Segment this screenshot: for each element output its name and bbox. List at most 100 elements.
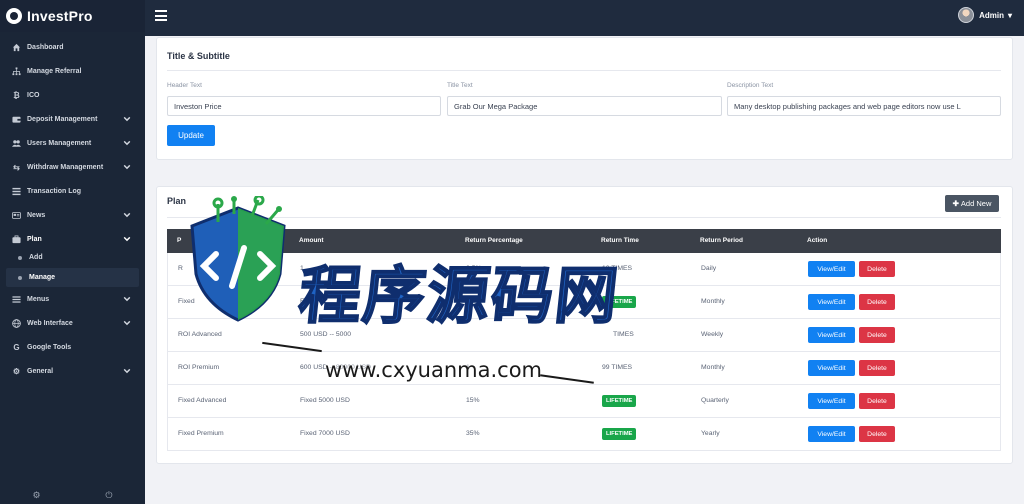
home-icon: [12, 43, 21, 52]
plan-amount: Fixed 7000 USD: [300, 430, 350, 437]
delete-button[interactable]: Delete: [859, 426, 895, 442]
plan-name: Fixed Premium: [178, 430, 224, 437]
add-new-label: Add New: [960, 199, 992, 208]
brand-name: InvestPro: [27, 8, 93, 24]
sidebar-subitem-label: Add: [29, 254, 43, 261]
view-edit-button[interactable]: View/Edit: [808, 261, 855, 277]
sidebar-item-web-interface[interactable]: Web Interface: [0, 312, 145, 334]
menu-toggle-icon[interactable]: [155, 10, 167, 21]
chevron-down-icon: [123, 116, 131, 122]
lifetime-badge: LIFETIME: [602, 395, 637, 407]
newspaper-icon: [12, 211, 21, 220]
sidebar: Dashboard Manage Referral ₿ ICO Deposit …: [0, 32, 145, 504]
sidebar-item-news[interactable]: News: [0, 204, 145, 226]
plan-period: Monthly: [701, 364, 725, 371]
sidebar-item-label: Dashboard: [27, 43, 64, 51]
sidebar-item-general[interactable]: ⚙ General: [0, 360, 145, 382]
header-text-input[interactable]: Investon Price: [167, 96, 441, 116]
sidebar-item-label: Users Management: [27, 139, 92, 147]
users-icon: [12, 139, 21, 148]
sidebar-item-menus[interactable]: Menus: [0, 288, 145, 310]
header-text-label: Header Text: [167, 82, 202, 89]
sitemap-icon: [12, 66, 21, 76]
sidebar-subitem-label: Manage: [29, 274, 56, 281]
sidebar-item-label: Withdraw Management: [27, 163, 104, 171]
chevron-down-icon: [123, 236, 131, 242]
sidebar-item-manage-referral[interactable]: Manage Referral: [0, 60, 145, 82]
sidebar-subitem-add[interactable]: Add: [6, 248, 139, 267]
chevron-down-icon: [123, 296, 131, 302]
sidebar-item-dashboard[interactable]: Dashboard: [0, 36, 145, 58]
update-button[interactable]: Update: [167, 125, 215, 146]
sidebar-item-label: Transaction Log: [27, 187, 82, 195]
sidebar-item-ico[interactable]: ₿ ICO: [0, 84, 145, 106]
chevron-down-icon: [123, 368, 131, 374]
plan-name: R: [178, 265, 183, 272]
sidebar-item-deposit-management[interactable]: Deposit Management: [0, 108, 145, 130]
sidebar-item-transaction-log[interactable]: Transaction Log: [0, 180, 145, 202]
delete-button[interactable]: Delete: [859, 360, 895, 376]
view-edit-button[interactable]: View/Edit: [808, 294, 855, 310]
plan-period: Daily: [701, 265, 717, 272]
column-header: Action: [807, 237, 828, 244]
table-row: Fixed Advanced Fixed 5000 USD 15% LIFETI…: [167, 385, 1001, 418]
plan-title: Plan: [167, 196, 187, 206]
chevron-down-icon: [123, 212, 131, 218]
sidebar-item-plan[interactable]: Plan: [0, 228, 145, 250]
view-edit-button[interactable]: View/Edit: [808, 393, 855, 409]
table-row: Fixed Premium Fixed 7000 USD 35% LIFETIM…: [167, 418, 1001, 451]
view-edit-button[interactable]: View/Edit: [808, 327, 855, 343]
admin-menu[interactable]: Admin ▾: [958, 7, 1012, 23]
avatar: [958, 7, 975, 23]
bitcoin-icon: ₿: [13, 90, 20, 100]
sidebar-footer: ⚙ ⏻: [0, 486, 145, 504]
bullet-icon: [18, 275, 22, 280]
lifetime-badge: LIFETIME: [602, 428, 637, 440]
chevron-down-icon: [123, 164, 131, 170]
column-header: Return Time: [601, 237, 639, 244]
delete-button[interactable]: Delete: [859, 261, 895, 277]
title-text-label: Title Text: [447, 82, 473, 89]
description-text-input[interactable]: Many desktop publishing packages and web…: [727, 96, 1001, 116]
plan-name: ROI Advanced: [178, 331, 222, 338]
watermark-url: www.cxyuanma.com: [325, 358, 543, 382]
plan-period: Monthly: [701, 298, 725, 305]
sidebar-item-label: Deposit Management: [27, 115, 98, 123]
sidebar-item-label: Plan: [27, 235, 42, 243]
brand-logo-icon: [6, 8, 22, 24]
section-title: Title & Subtitle: [167, 51, 230, 61]
power-icon[interactable]: ⏻: [105, 490, 112, 501]
plan-return-time: TIMES: [613, 331, 634, 338]
add-new-button[interactable]: ✚ Add New: [945, 195, 999, 212]
wallet-icon: [12, 115, 21, 124]
watermark-title: 程序源码网: [295, 258, 625, 333]
delete-button[interactable]: Delete: [859, 393, 895, 409]
plan-percent: 15%: [466, 397, 480, 404]
sidebar-item-google-tools[interactable]: G Google Tools: [0, 336, 145, 358]
sidebar-item-label: General: [27, 367, 54, 375]
view-edit-button[interactable]: View/Edit: [808, 360, 855, 376]
delete-button[interactable]: Delete: [859, 327, 895, 343]
sidebar-item-users-management[interactable]: Users Management: [0, 132, 145, 154]
sidebar-item-withdraw-management[interactable]: ⇆ Withdraw Management: [0, 156, 145, 178]
sidebar-item-label: News: [27, 211, 46, 219]
sidebar-item-label: Menus: [27, 295, 50, 303]
sidebar-item-label: Web Interface: [27, 319, 73, 327]
sidebar-subitem-manage[interactable]: Manage: [6, 268, 139, 287]
bullet-icon: [18, 255, 22, 260]
plan-percent: 35%: [466, 430, 480, 437]
chevron-down-icon: [123, 320, 131, 326]
watermark-shield-icon: [190, 196, 286, 322]
title-text-input[interactable]: Grab Our Mega Package: [447, 96, 722, 116]
plan-period: Yearly: [701, 430, 720, 437]
divider: [167, 70, 1001, 71]
settings-icon[interactable]: ⚙: [32, 490, 40, 501]
view-edit-button[interactable]: View/Edit: [808, 426, 855, 442]
column-header: Return Percentage: [465, 237, 523, 244]
plan-name: Fixed Advanced: [178, 397, 227, 404]
delete-button[interactable]: Delete: [859, 294, 895, 310]
brand[interactable]: InvestPro: [0, 0, 145, 32]
top-bar: [0, 0, 1024, 32]
globe-icon: [12, 318, 21, 328]
plan-name: ROI Premium: [178, 364, 220, 371]
